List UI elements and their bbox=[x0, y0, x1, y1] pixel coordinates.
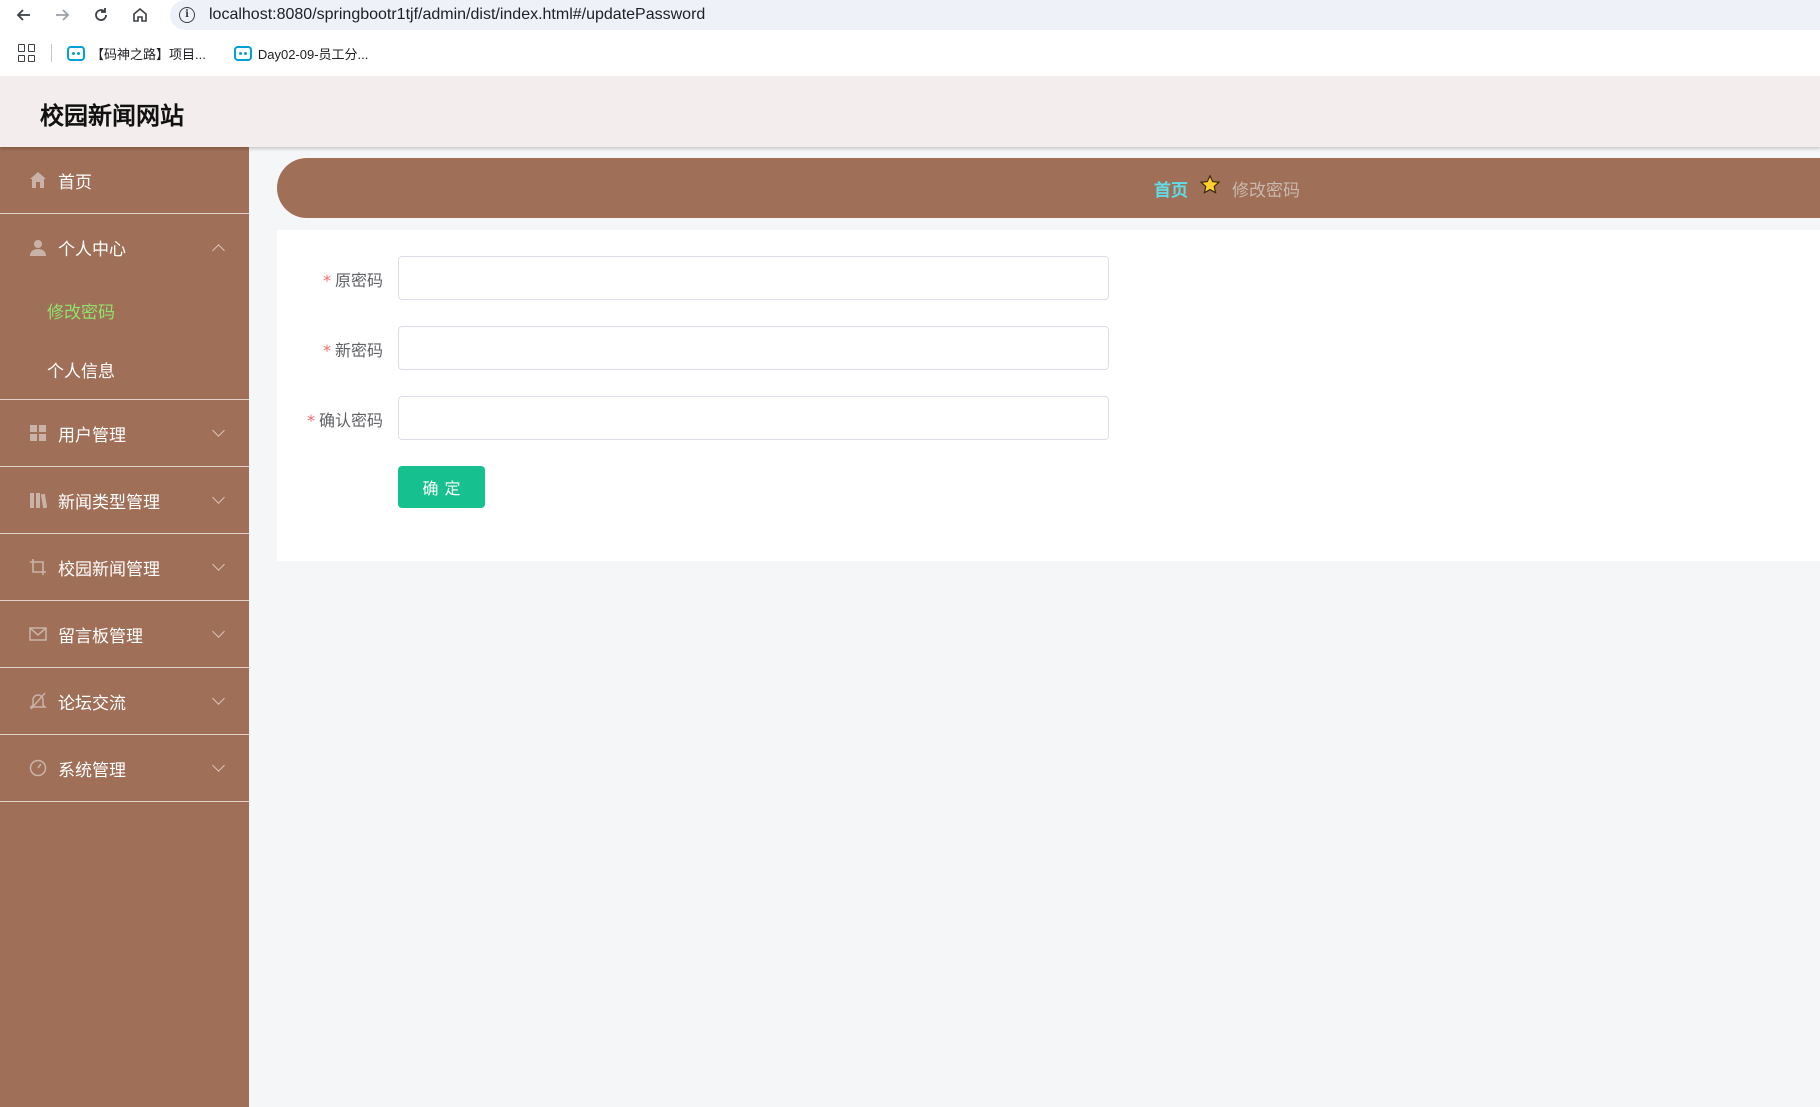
form-row-new-password: * 新密码 bbox=[277, 326, 1820, 370]
new-password-label: * 新密码 bbox=[323, 337, 383, 361]
required-mark: * bbox=[306, 411, 315, 430]
chevron-down-icon bbox=[212, 491, 225, 504]
sidebar-item-label: 首页 bbox=[58, 172, 92, 193]
bookmark-label: Day02-09-员工分... bbox=[257, 46, 369, 62]
breadcrumb-home-link[interactable]: 首页 bbox=[1154, 176, 1188, 201]
required-mark: * bbox=[322, 341, 331, 360]
sidebar-item-campus-news-management[interactable]: 校园新闻管理 bbox=[0, 534, 249, 601]
field-label-text: 确认密码 bbox=[318, 411, 383, 430]
sidebar-item-label: 新闻类型管理 bbox=[58, 492, 160, 513]
form-row-old-password: * 原密码 bbox=[277, 256, 1820, 300]
sidebar-subitem-change-password[interactable]: 修改密码 bbox=[0, 281, 249, 340]
bookmark-label: 【码神之路】项目... bbox=[91, 46, 206, 62]
sidebar-item-label: 系统管理 bbox=[58, 760, 126, 781]
user-icon bbox=[29, 239, 47, 257]
bookmark-item[interactable]: Day02-09-员工分... bbox=[233, 44, 369, 63]
field-label-text: 新密码 bbox=[334, 341, 383, 360]
sidebar-item-label: 校园新闻管理 bbox=[58, 559, 160, 580]
sidebar-item-news-type-management[interactable]: 新闻类型管理 bbox=[0, 467, 249, 534]
chevron-down-icon bbox=[212, 558, 225, 571]
change-password-form: * 原密码 * 新密码 * 确认密码 确定 bbox=[277, 230, 1820, 561]
breadcrumb-current: 修改密码 bbox=[1232, 181, 1300, 201]
chevron-down-icon bbox=[212, 424, 225, 437]
sidebar-item-user-management[interactable]: 用户管理 bbox=[0, 400, 249, 467]
form-row-confirm-password: * 确认密码 bbox=[277, 396, 1820, 440]
address-bar[interactable]: i localhost:8080/springbootr1tjf/admin/d… bbox=[170, 0, 1820, 30]
chevron-down-icon bbox=[212, 692, 225, 705]
browser-toolbar: i localhost:8080/springbootr1tjf/admin/d… bbox=[0, 0, 1820, 30]
gauge-icon bbox=[29, 759, 47, 777]
sidebar-item-label: 个人中心 bbox=[58, 240, 126, 260]
field-label-text: 原密码 bbox=[334, 271, 383, 290]
sidebar-item-home[interactable]: 首页 bbox=[0, 147, 249, 214]
sidebar-item-personal-center[interactable]: 个人中心 bbox=[0, 214, 249, 281]
chevron-down-icon bbox=[212, 759, 225, 772]
site-title: 校园新闻网站 bbox=[40, 102, 184, 130]
books-icon bbox=[29, 491, 47, 509]
new-password-input[interactable] bbox=[398, 326, 1109, 370]
confirm-password-input[interactable] bbox=[398, 396, 1109, 440]
crop-icon bbox=[29, 558, 47, 576]
sidebar-item-system-management[interactable]: 系统管理 bbox=[0, 735, 249, 802]
site-info-icon[interactable]: i bbox=[179, 7, 195, 23]
bookmark-item[interactable]: 【码神之路】项目... bbox=[67, 44, 206, 63]
bookmarks-divider bbox=[51, 44, 52, 62]
bookmarks-bar: 【码神之路】项目... Day02-09-员工分... bbox=[0, 30, 1820, 76]
app-header: 校园新闻网站 bbox=[0, 76, 1820, 147]
forward-arrow-icon[interactable] bbox=[50, 3, 74, 27]
reload-icon[interactable] bbox=[89, 3, 113, 27]
bilibili-icon bbox=[67, 45, 85, 61]
sidebar-item-forum[interactable]: 论坛交流 bbox=[0, 668, 249, 735]
chevron-down-icon bbox=[212, 625, 225, 638]
old-password-label: * 原密码 bbox=[323, 267, 383, 291]
chevron-up-icon bbox=[212, 244, 225, 257]
sidebar-item-label: 论坛交流 bbox=[58, 693, 126, 714]
url-text[interactable]: localhost:8080/springbootr1tjf/admin/dis… bbox=[209, 6, 705, 24]
back-arrow-icon[interactable] bbox=[12, 3, 36, 27]
sidebar-item-label: 用户管理 bbox=[58, 425, 126, 446]
bilibili-icon bbox=[233, 45, 252, 61]
breadcrumb: 首页 修改密码 bbox=[277, 158, 1820, 218]
apps-grid-icon[interactable] bbox=[18, 44, 36, 62]
sidebar-menu: 首页 个人中心 修改密码 个人信息 用户管理 新闻类型管理 校园新闻管理 留言板… bbox=[0, 147, 249, 1107]
old-password-input[interactable] bbox=[398, 256, 1109, 300]
bell-off-icon bbox=[29, 692, 47, 710]
sidebar-item-message-board-management[interactable]: 留言板管理 bbox=[0, 601, 249, 668]
grid-icon bbox=[29, 424, 47, 442]
sidebar-subitem-personal-info[interactable]: 个人信息 bbox=[0, 340, 249, 399]
star-icon bbox=[1199, 174, 1221, 196]
mail-icon bbox=[29, 625, 47, 643]
personal-center-submenu: 修改密码 个人信息 bbox=[0, 281, 249, 400]
home-button-icon[interactable] bbox=[128, 3, 152, 27]
confirm-button[interactable]: 确定 bbox=[398, 466, 485, 508]
home-icon bbox=[29, 171, 47, 189]
confirm-password-label: * 确认密码 bbox=[307, 407, 383, 431]
sidebar-item-label: 留言板管理 bbox=[58, 626, 143, 647]
required-mark: * bbox=[322, 271, 331, 290]
